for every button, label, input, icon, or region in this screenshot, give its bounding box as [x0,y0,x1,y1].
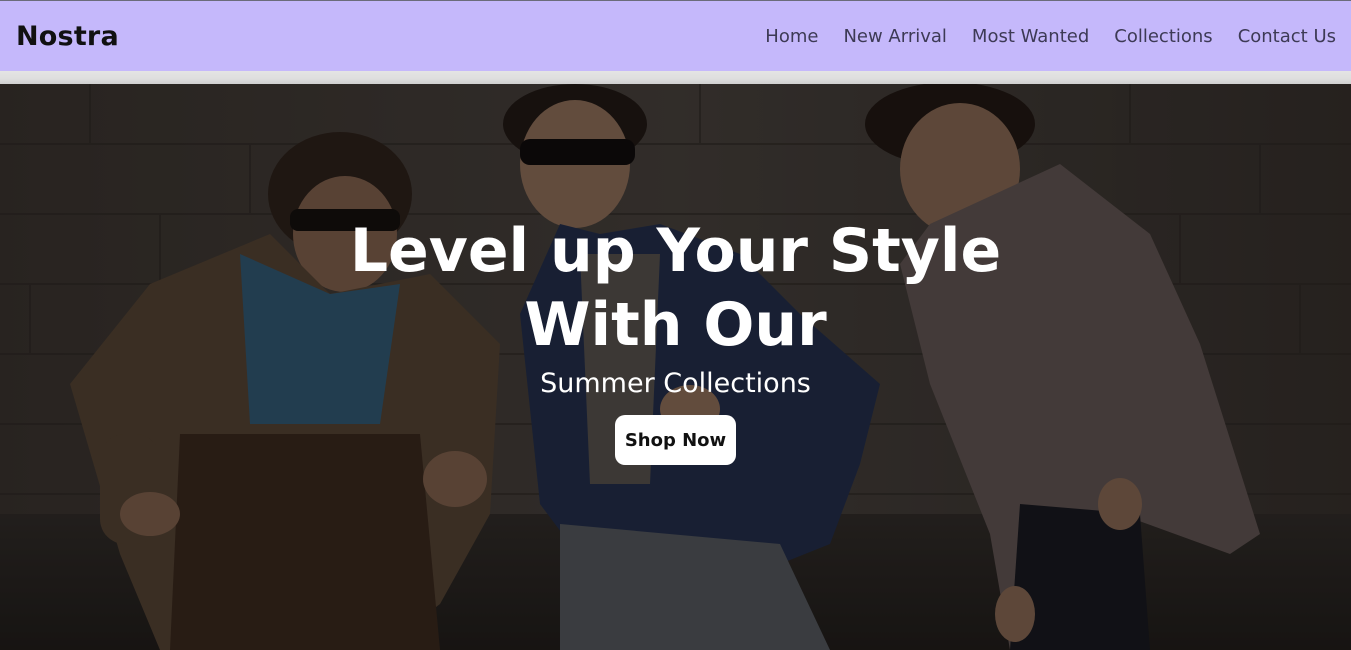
navbar-shadow [0,71,1351,84]
hero-title: Level up Your Style With Our [296,214,1056,362]
hero-section: Level up Your Style With Our Summer Coll… [0,84,1351,650]
nav-link-collections[interactable]: Collections [1114,26,1212,47]
nav-link-new-arrival[interactable]: New Arrival [843,26,946,47]
shop-now-button[interactable]: Shop Now [614,415,737,465]
brand-logo[interactable]: Nostra [16,21,119,52]
navbar: Nostra Home New Arrival Most Wanted Coll… [0,1,1351,71]
nav-link-most-wanted[interactable]: Most Wanted [972,26,1089,47]
nav-link-home[interactable]: Home [765,26,818,47]
hero-content: Level up Your Style With Our Summer Coll… [0,84,1351,650]
nav-link-contact-us[interactable]: Contact Us [1238,26,1336,47]
nav-links: Home New Arrival Most Wanted Collections… [765,26,1336,47]
hero-subtitle: Summer Collections [540,368,811,399]
hero-title-line-2: With Our [524,290,827,360]
hero-title-line-1: Level up Your Style [349,216,1002,286]
